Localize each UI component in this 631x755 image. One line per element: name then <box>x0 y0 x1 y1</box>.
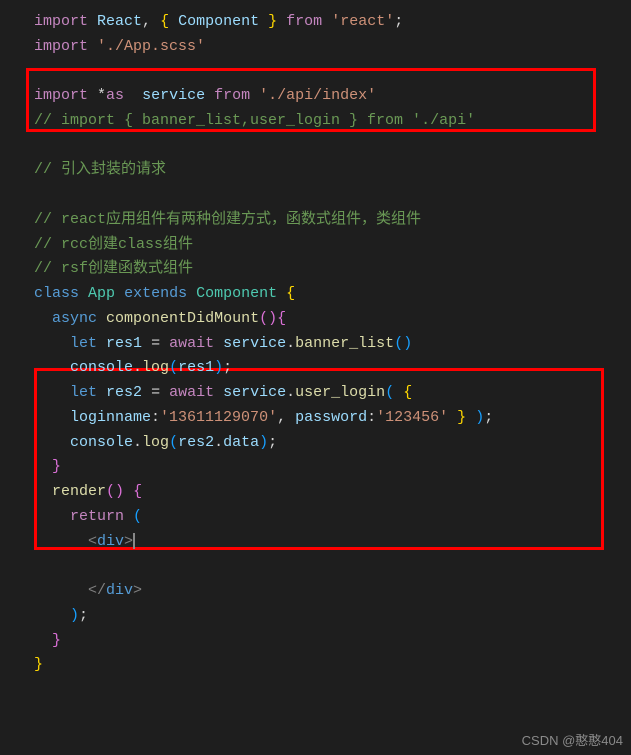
code-line: async componentDidMount(){ <box>34 307 631 332</box>
code-line: class App extends Component { <box>34 282 631 307</box>
code-line: </div> <box>34 579 631 604</box>
code-line: // react应用组件有两种创建方式，函数式组件，类组件 <box>34 208 631 233</box>
cursor <box>133 533 135 549</box>
code-line: let res2 = await service.user_login( { <box>34 381 631 406</box>
code-line: console.log(res2.data); <box>34 431 631 456</box>
code-line: import *as service from './api/index' <box>34 84 631 109</box>
code-line: return ( <box>34 505 631 530</box>
code-line: <div> <box>34 530 631 555</box>
blank-line <box>34 134 631 159</box>
blank-line <box>34 60 631 85</box>
code-line: console.log(res1); <box>34 356 631 381</box>
code-line: } <box>34 629 631 654</box>
code-line: // rcc创建class组件 <box>34 233 631 258</box>
code-line: loginname:'13611129070', password:'12345… <box>34 406 631 431</box>
blank-line <box>34 554 631 579</box>
code-line: let res1 = await service.banner_list() <box>34 332 631 357</box>
code-line: } <box>34 653 631 678</box>
code-line: import React, { Component } from 'react'… <box>34 10 631 35</box>
code-editor[interactable]: import React, { Component } from 'react'… <box>0 0 631 688</box>
code-line: // rsf创建函数式组件 <box>34 257 631 282</box>
code-line: render() { <box>34 480 631 505</box>
blank-line <box>34 183 631 208</box>
code-line: ); <box>34 604 631 629</box>
code-line: import './App.scss' <box>34 35 631 60</box>
watermark: CSDN @憨憨404 <box>522 730 623 751</box>
code-line: // import { banner_list,user_login } fro… <box>34 109 631 134</box>
code-line: // 引入封装的请求 <box>34 158 631 183</box>
code-line: } <box>34 455 631 480</box>
